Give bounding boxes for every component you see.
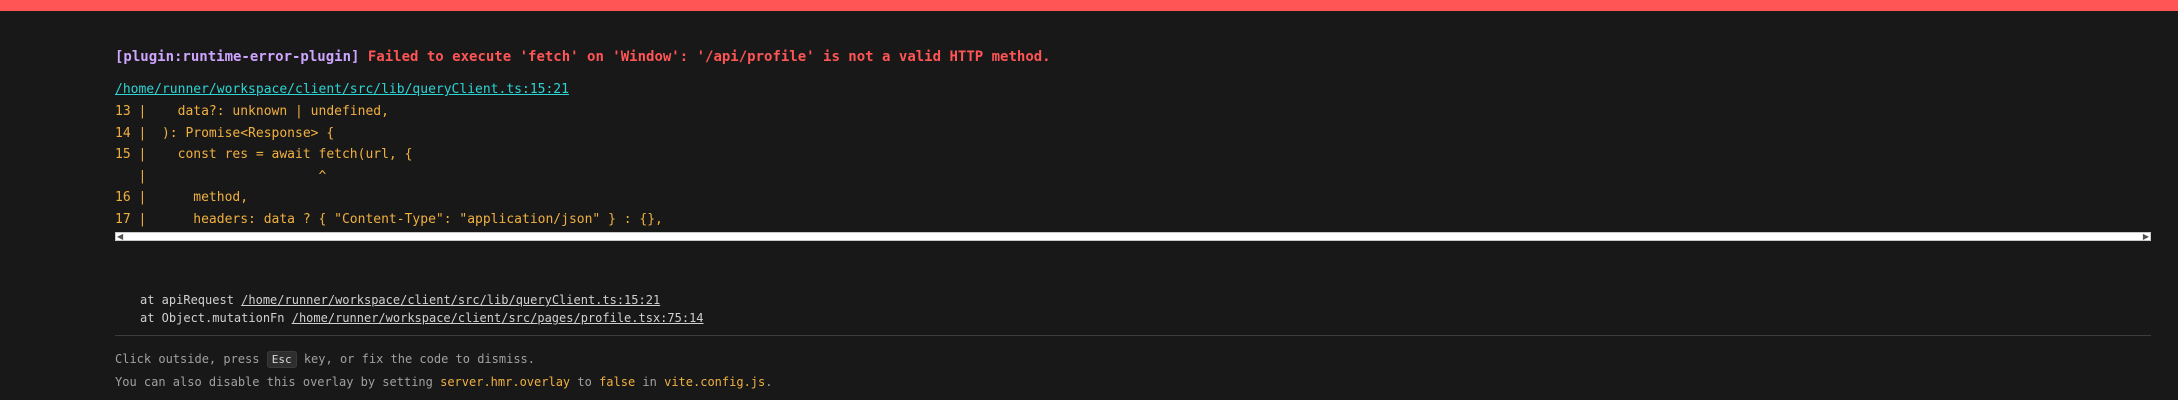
error-text: Failed to execute 'fetch' on 'Window': '… [367,49,1051,65]
tip-text: . [765,375,773,389]
esc-key: Esc [266,351,297,368]
config-file: vite.config.js [664,375,766,389]
tip-text: You can also disable this overlay by set… [115,375,441,389]
stack-frame: at apiRequest /home/runner/workspace/cli… [115,291,2151,309]
code-line: 15 | const res = await fetch(url, { [115,147,413,162]
tip-text: in [635,375,665,389]
code-line: 17 | headers: data ? { "Content-Type": "… [115,211,663,227]
tip-text: key, or fix the code to dismiss. [296,352,536,366]
setting-value: false [599,375,636,389]
dismiss-tip: Click outside, press Esc key, or fix the… [115,348,2151,393]
divider [115,335,2151,336]
stack-frame-prefix: at Object.mutationFn [140,311,292,325]
code-line: 13 | data?: unknown | undefined, [115,104,389,119]
tip-text: to [570,375,600,389]
code-frame: 13 | data?: unknown | undefined, 14 | ):… [115,101,2151,230]
tip-line-2: You can also disable this overlay by set… [115,371,2151,393]
scroll-right-icon[interactable]: ▶ [2143,232,2149,241]
stack-frame-prefix: at apiRequest [140,293,242,307]
stack-frame: at Object.mutationFn /home/runner/worksp… [115,309,2151,327]
horizontal-scrollbar[interactable]: ◀ ▶ [115,232,2151,241]
tip-text: Click outside, press [115,352,267,366]
stack-frame-link[interactable]: /home/runner/workspace/client/src/lib/qu… [241,293,660,307]
code-caret-line: | ^ [115,168,327,184]
code-line: 14 | ): Promise<Response> { [115,125,335,141]
code-line: 16 | method, [115,190,249,205]
error-overlay[interactable]: [plugin:runtime-error-plugin] Failed to … [0,0,2178,400]
setting-name: server.hmr.overlay [440,375,571,389]
plugin-name: [plugin:runtime-error-plugin] [115,49,360,65]
stack-trace: at apiRequest /home/runner/workspace/cli… [115,291,2151,327]
stack-frame-link[interactable]: /home/runner/workspace/client/src/pages/… [292,311,704,325]
error-window: [plugin:runtime-error-plugin] Failed to … [115,47,2151,393]
tip-line-1: Click outside, press Esc key, or fix the… [115,348,2151,371]
error-message: [plugin:runtime-error-plugin] Failed to … [115,47,2151,67]
file-link[interactable]: /home/runner/workspace/client/src/lib/qu… [115,81,569,99]
scroll-left-icon[interactable]: ◀ [117,232,123,241]
